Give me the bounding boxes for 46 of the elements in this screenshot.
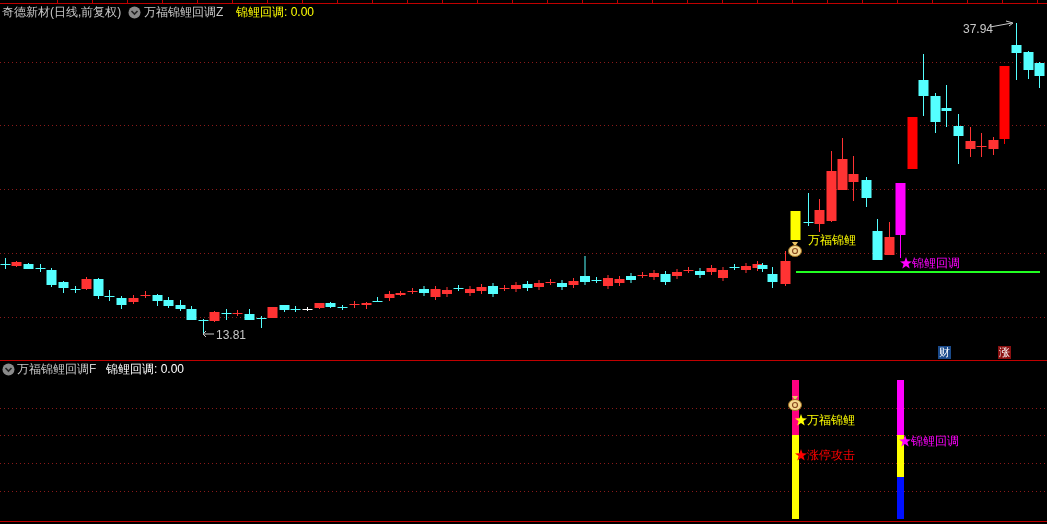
candle <box>175 299 186 312</box>
money-bag-icon <box>788 241 802 257</box>
candle <box>790 210 801 241</box>
candle <box>476 283 487 295</box>
signal-label: 锦鲤回调 <box>911 435 959 447</box>
candle <box>128 294 139 305</box>
price-label: 37.94 <box>963 23 994 35</box>
candle <box>803 192 814 227</box>
signal-label: 万福锦鲤 <box>808 234 856 246</box>
candle <box>660 270 671 286</box>
candle <box>186 305 197 321</box>
indicator-readout: 锦鲤回调: 0.00 <box>106 363 185 375</box>
chart-title: 奇德新材(日线,前复权) <box>2 6 122 18</box>
dropdown-icon[interactable] <box>2 363 15 376</box>
indicator-name: 万福锦鲤回调F <box>17 363 97 375</box>
candle <box>209 310 220 323</box>
candle <box>941 84 952 128</box>
candle <box>837 137 848 191</box>
badge: 涨 <box>998 346 1011 359</box>
money-bag-icon <box>788 395 802 411</box>
indicator-readout: 锦鲤回调: 0.00 <box>236 6 315 18</box>
candle <box>872 218 883 261</box>
candle <box>848 155 859 202</box>
candle <box>430 285 441 301</box>
indicator-name: 万福锦鲤回调Z <box>144 6 224 18</box>
price-label: 13.81 <box>216 329 247 341</box>
candle <box>163 296 174 309</box>
candle <box>614 275 625 287</box>
signal-label: 涨停攻击 <box>807 449 855 461</box>
signal-label: 锦鲤回调 <box>912 257 960 269</box>
candle <box>198 318 209 334</box>
low-arrow-icon <box>202 330 215 338</box>
badge: 财 <box>938 346 951 359</box>
signal-label: 万福锦鲤 <box>807 414 855 426</box>
candle <box>1034 61 1045 89</box>
candle <box>780 250 791 287</box>
candle <box>361 301 372 310</box>
candle <box>522 280 533 292</box>
candle <box>907 116 918 170</box>
candle <box>256 315 267 329</box>
candle <box>976 132 987 158</box>
candle <box>861 176 872 208</box>
dropdown-icon[interactable] <box>128 6 141 19</box>
candle <box>116 295 127 310</box>
candle <box>349 300 360 309</box>
candle <box>706 264 717 276</box>
